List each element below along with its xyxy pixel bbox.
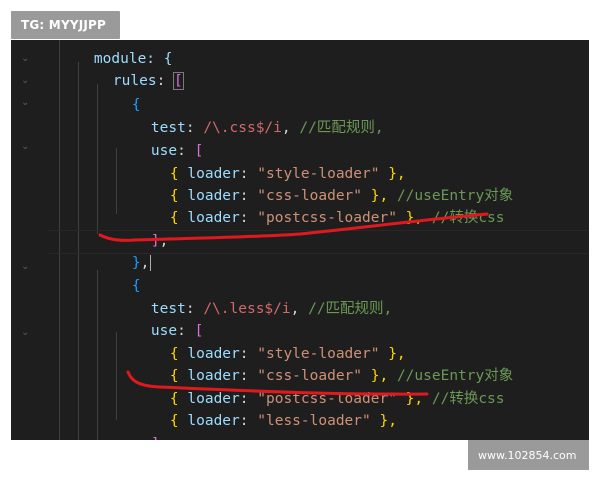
fold-chevron-icon[interactable]: ⌄ (21, 262, 31, 272)
code-comment: //转换css (431, 210, 505, 226)
fold-chevron-icon[interactable]: ⌄ (21, 142, 31, 152)
code-line: { loader: "postcss-loader" }, //转换css (169, 210, 505, 226)
code-line: use: [ (150, 323, 204, 339)
code-comment: //匹配规则, (308, 301, 393, 317)
tag-label: TG: MYYJJPP (21, 18, 107, 32)
code-line: ], (116, 411, 168, 440)
code-line: { (131, 278, 141, 294)
code-line: { (131, 97, 141, 113)
code-line: test: /\.css$/i, //匹配规则, (150, 120, 384, 136)
watermark-label: www.102854.com (478, 449, 577, 462)
code-line: rules: [ (112, 72, 184, 90)
code-line: module: { (59, 40, 173, 67)
fold-chevron-icon[interactable]: ⌄ (21, 98, 31, 108)
code-line: use: [ (150, 143, 204, 159)
code-line: { loader: "style-loader" }, (169, 166, 406, 182)
code-line: { loader: "css-loader" }, //useEntry对象 (169, 188, 514, 204)
code-line: }, (131, 255, 152, 271)
fold-chevron-icon[interactable]: ⌄ (21, 328, 31, 338)
code-comment: //匹配规则, (299, 120, 384, 136)
code-line: { loader: "postcss-loader" }, //转换css (169, 391, 505, 407)
text-cursor (150, 255, 152, 271)
code-line: { loader: "css-loader" }, //useEntry对象 (169, 368, 514, 384)
array-open-bracket: [ (173, 72, 184, 90)
fold-chevron-icon[interactable]: ⌄ (21, 76, 31, 86)
code-line: ], (150, 233, 169, 249)
code-line: { loader: "less-loader" }, (169, 413, 397, 429)
code-line: test: /\.less$/i, //匹配规则, (150, 301, 393, 317)
code-editor[interactable]: ⌄ ⌄ ⌄ ⌄ ⌄ ⌄ module: { rules: [ { test: /… (11, 40, 589, 440)
fold-chevron-icon[interactable]: ⌄ (21, 54, 31, 64)
code-line: { loader: "style-loader" }, (169, 346, 406, 362)
code-comment: //转换css (431, 391, 505, 407)
